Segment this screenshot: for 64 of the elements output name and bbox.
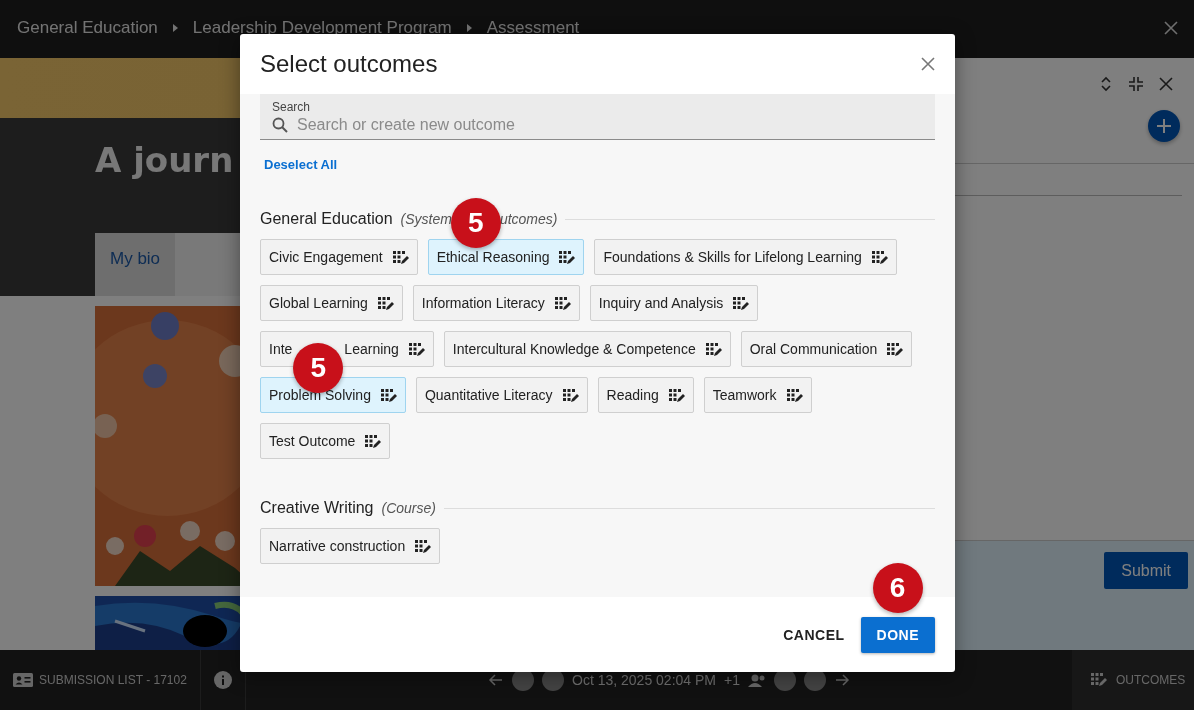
cancel-button[interactable]: CANCEL [783,618,845,651]
breadcrumb-link[interactable]: Assessment [486,18,580,38]
outcome-icon [558,249,576,265]
outcome-chip[interactable]: Civic Engagement [260,239,418,275]
close-icon[interactable] [919,55,937,73]
outcome-icon [886,341,904,357]
expand-icon[interactable] [1098,76,1114,92]
close-icon[interactable] [1158,76,1174,92]
page-title: A journ [95,140,234,180]
outcome-chip[interactable]: Teamwork [703,377,812,413]
outcome-icon [561,387,579,403]
field-label: Search [272,100,312,114]
submission-date: Oct 13, 2025 02:04 PM [572,672,716,688]
outcome-icon [870,249,888,265]
outcome-chip[interactable]: Oral Communication [740,331,913,367]
outcome-icon [364,433,382,449]
people-icon[interactable] [747,673,766,687]
id-card-icon[interactable] [13,672,33,688]
group-scope: (Course) [381,500,436,516]
deselect-all-link[interactable]: Deselect All [264,157,338,172]
group-heading: Creative Writing [260,499,374,517]
search-icon [272,117,288,133]
arrow-right-icon[interactable] [833,673,850,687]
collapse-icon[interactable] [1128,76,1144,92]
submit-button[interactable]: Submit [1104,552,1188,589]
info-icon[interactable] [214,671,232,689]
dialog-title: Select outcomes [260,50,438,78]
outcome-icon [379,387,397,403]
outcome-icon [414,538,432,554]
group-scope: utcomes) [499,211,558,227]
outcome-chip[interactable]: Reading [597,377,694,413]
outcome-icon [376,295,394,311]
arrow-left-icon[interactable] [488,673,504,687]
search-input[interactable]: Search or create new outcome [297,116,923,134]
outcome-chip[interactable]: Intercultural Knowledge & Competence [443,331,731,367]
outcome-chip[interactable]: Foundations & Skills for Lifelong Learning [594,239,897,275]
caret-icon [465,23,473,33]
outcome-icon [407,341,425,357]
plus-icon [1157,119,1171,133]
outcome-chip[interactable]: Test Outcome [260,423,391,459]
add-button[interactable] [1148,110,1180,142]
group-scope: (System [400,211,452,227]
outcomes-icon[interactable] [1090,672,1108,688]
breadcrumb-link[interactable]: General Education [17,18,158,38]
outcome-icon [732,295,750,311]
breadcrumb-link[interactable]: Leadership Development Program [192,18,452,38]
outcome-chip[interactable]: Information Literacy [412,285,580,321]
outcome-icon [704,341,722,357]
outcome-icon [391,249,409,265]
group-heading: General Education [260,210,393,228]
outcome-chip[interactable]: Inquiry and Analysis [589,285,759,321]
search-field[interactable]: Search Search or create new outcome [260,94,935,140]
callout-badge: 5 [450,198,501,248]
extra-count: +1 [724,672,740,688]
done-button[interactable]: DONE [860,616,935,653]
outcome-icon [553,295,571,311]
outcome-chip[interactable]: Narrative construction [260,528,441,564]
outcome-icon [667,387,685,403]
outcome-icon [785,387,803,403]
outcome-chip[interactable]: Global Learning [260,285,403,321]
close-icon[interactable] [1162,19,1180,37]
caret-icon [171,23,179,33]
outcome-chip[interactable]: Quantitative Literacy [415,377,588,413]
outcome-chip[interactable]: Ethical Reasoning [427,239,585,275]
